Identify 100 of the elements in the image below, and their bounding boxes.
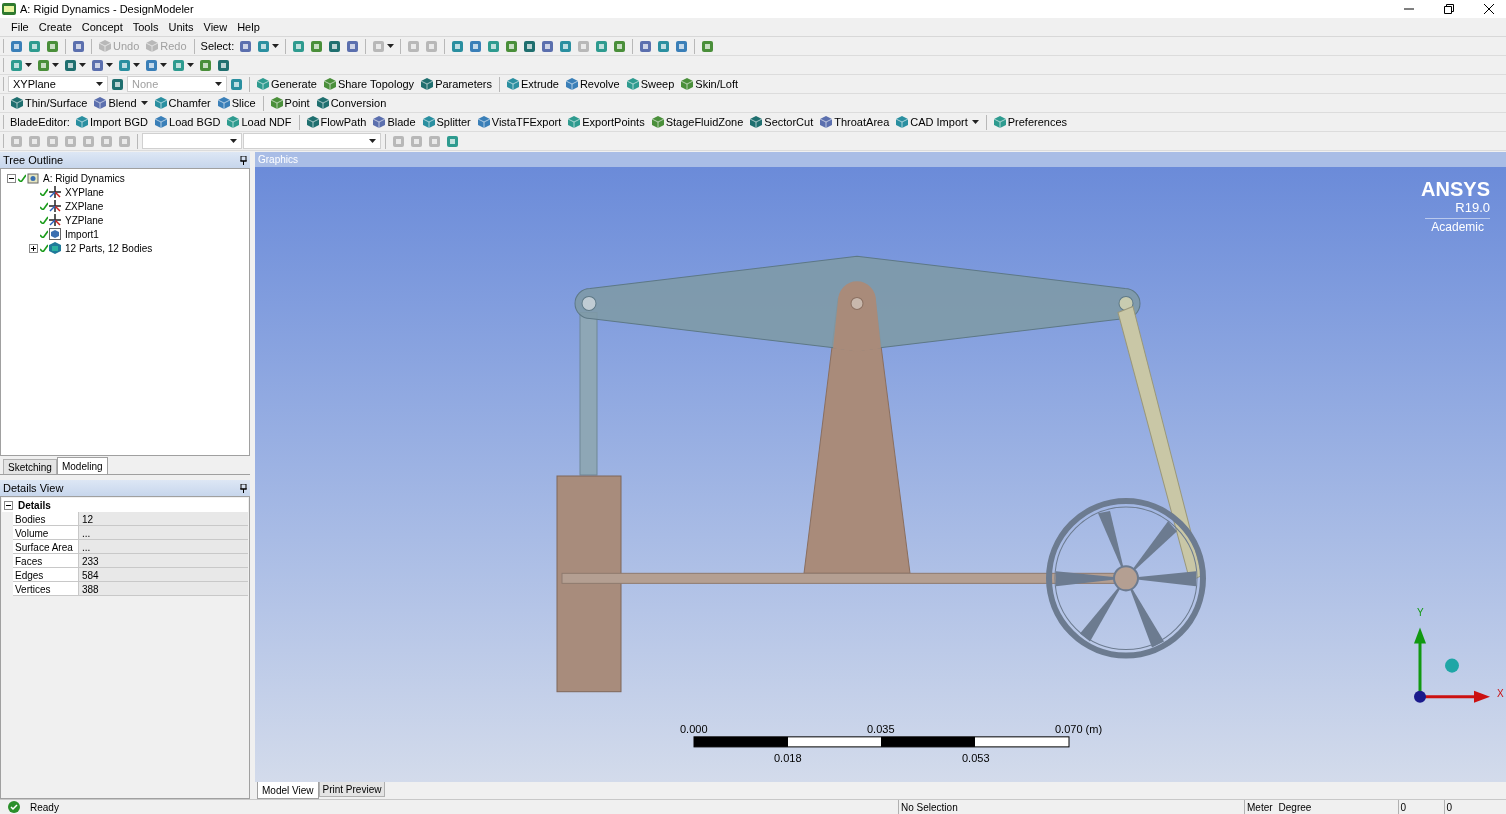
property-value: ... — [79, 540, 248, 553]
status-field: 0 — [1443, 799, 1490, 814]
tool-icon — [230, 77, 243, 91]
check-icon — [18, 174, 26, 182]
section-title: Details — [18, 498, 51, 513]
menu-item[interactable]: File — [6, 18, 34, 36]
cube-icon — [49, 228, 61, 240]
cube-icon — [750, 116, 763, 128]
tool-icon — [410, 134, 423, 148]
axes-icon — [49, 186, 61, 198]
tree-item[interactable]: YZPlane — [64, 212, 105, 228]
cube-icon — [993, 116, 1006, 128]
version-label: R19.0 — [1455, 200, 1490, 215]
tree-item[interactable]: Import1 — [64, 226, 100, 242]
menu-item[interactable]: View — [198, 18, 233, 36]
toolbar-button[interactable]: Revolve — [562, 75, 623, 93]
toolbar-button[interactable]: Blade — [370, 113, 419, 131]
cube-icon — [270, 97, 283, 109]
caret-icon — [187, 63, 194, 67]
toolbar-button[interactable]: Blend — [91, 94, 151, 112]
tool-icon — [428, 134, 441, 148]
toolbar-button[interactable]: Slice — [214, 94, 259, 112]
cube-icon — [316, 97, 329, 109]
cube-icon — [565, 78, 578, 90]
window-title: A: Rigid Dynamics - DesignModeler — [20, 1, 194, 17]
tree-item[interactable]: XYPlane — [64, 184, 105, 200]
menu-item[interactable]: Units — [163, 18, 199, 36]
tool-icon — [446, 134, 459, 148]
toolbar-button[interactable]: Extrude — [504, 75, 562, 93]
cube-icon — [421, 78, 434, 90]
pin-icon[interactable] — [240, 483, 247, 493]
toolbar-button[interactable]: Load NDF — [224, 113, 295, 131]
cube-icon — [94, 97, 107, 109]
collapse-icon[interactable] — [7, 173, 16, 183]
panel-tab[interactable]: Modeling — [56, 457, 108, 474]
collapse-icon[interactable] — [4, 500, 13, 510]
cube-icon — [422, 116, 435, 128]
cube-icon — [306, 116, 319, 128]
view-tab[interactable]: Print Preview — [318, 782, 386, 797]
dropdown-field[interactable] — [243, 133, 381, 149]
tool-icon — [613, 39, 627, 53]
toolbar-button[interactable]: Point — [267, 94, 313, 112]
toolbar-button[interactable]: Thin/Surface — [8, 94, 91, 112]
toolbar-button[interactable]: Splitter — [419, 113, 474, 131]
cube-icon — [651, 116, 664, 128]
toolbar-button[interactable]: VistaTFExport — [474, 113, 565, 131]
panel-tab[interactable]: Sketching — [3, 459, 57, 474]
tree-item[interactable]: 12 Parts, 12 Bodies — [64, 240, 154, 256]
view-tab[interactable]: Model View — [257, 782, 319, 799]
axes-icon — [49, 214, 61, 226]
caret-icon — [369, 139, 376, 143]
toolbar-button[interactable]: CAD Import — [893, 113, 982, 131]
toolbar-button[interactable]: FlowPath — [303, 113, 370, 131]
property-value: ... — [79, 526, 248, 539]
property-name: Edges — [13, 568, 79, 581]
toolbar-button[interactable]: StageFluidZone — [648, 113, 747, 131]
toolbar-button[interactable]: SectorCut — [747, 113, 817, 131]
tool-icon — [372, 39, 386, 53]
close-icon[interactable] — [1484, 4, 1494, 14]
expand-icon[interactable] — [29, 243, 38, 253]
toolbar-button[interactable]: Share Topology — [320, 75, 418, 93]
toolbar-label: Select: — [199, 38, 236, 54]
toolbar-button[interactable]: Sweep — [623, 75, 678, 93]
tool-icon — [64, 58, 77, 72]
menu-item[interactable]: Create — [33, 18, 77, 36]
pin-icon[interactable] — [240, 155, 247, 165]
tool-icon — [28, 39, 41, 53]
toolbar-button[interactable]: Preferences — [990, 113, 1071, 131]
axis-label: X — [1497, 687, 1504, 701]
tool-icon — [392, 134, 405, 148]
dropdown-field[interactable] — [142, 133, 242, 149]
toolbar-button[interactable]: Conversion — [313, 94, 390, 112]
toolbar-button[interactable]: Generate — [254, 75, 320, 93]
caret-icon — [971, 120, 979, 124]
tool-icon — [639, 39, 653, 53]
scale-label: 0.070 (m) — [1055, 722, 1103, 737]
toolbar-button[interactable]: Load BGD — [152, 113, 224, 131]
tree-item[interactable]: A: Rigid Dynamics — [42, 170, 126, 186]
scale-label: 0.000 — [680, 722, 708, 737]
menu-item[interactable]: Concept — [76, 18, 128, 36]
tool-icon — [172, 58, 185, 72]
toolbar-label: BladeEditor: — [9, 114, 71, 130]
cube-icon — [681, 78, 694, 90]
dropdown-field[interactable]: XYPlane — [8, 76, 108, 92]
toolbar-button[interactable]: Chamfer — [151, 94, 214, 112]
menu-item[interactable]: Tools — [127, 18, 164, 36]
tree-item[interactable]: ZXPlane — [64, 198, 105, 214]
toolbar-button[interactable]: Import BGD — [72, 113, 151, 131]
toolbar-button[interactable]: ExportPoints — [565, 113, 648, 131]
cube-icon — [217, 97, 230, 109]
cube-icon — [323, 78, 336, 90]
tool-icon — [10, 134, 23, 148]
length-unit: Meter — [1244, 799, 1273, 814]
menu-item[interactable]: Help — [232, 18, 265, 36]
toolbar-button[interactable]: ThroatArea — [817, 113, 893, 131]
restore-icon[interactable] — [1444, 4, 1454, 14]
cube-icon — [507, 78, 519, 90]
cube-icon — [227, 116, 240, 128]
toolbar-button[interactable]: Skin/Loft — [678, 75, 742, 93]
toolbar-button[interactable]: Parameters — [418, 75, 495, 93]
